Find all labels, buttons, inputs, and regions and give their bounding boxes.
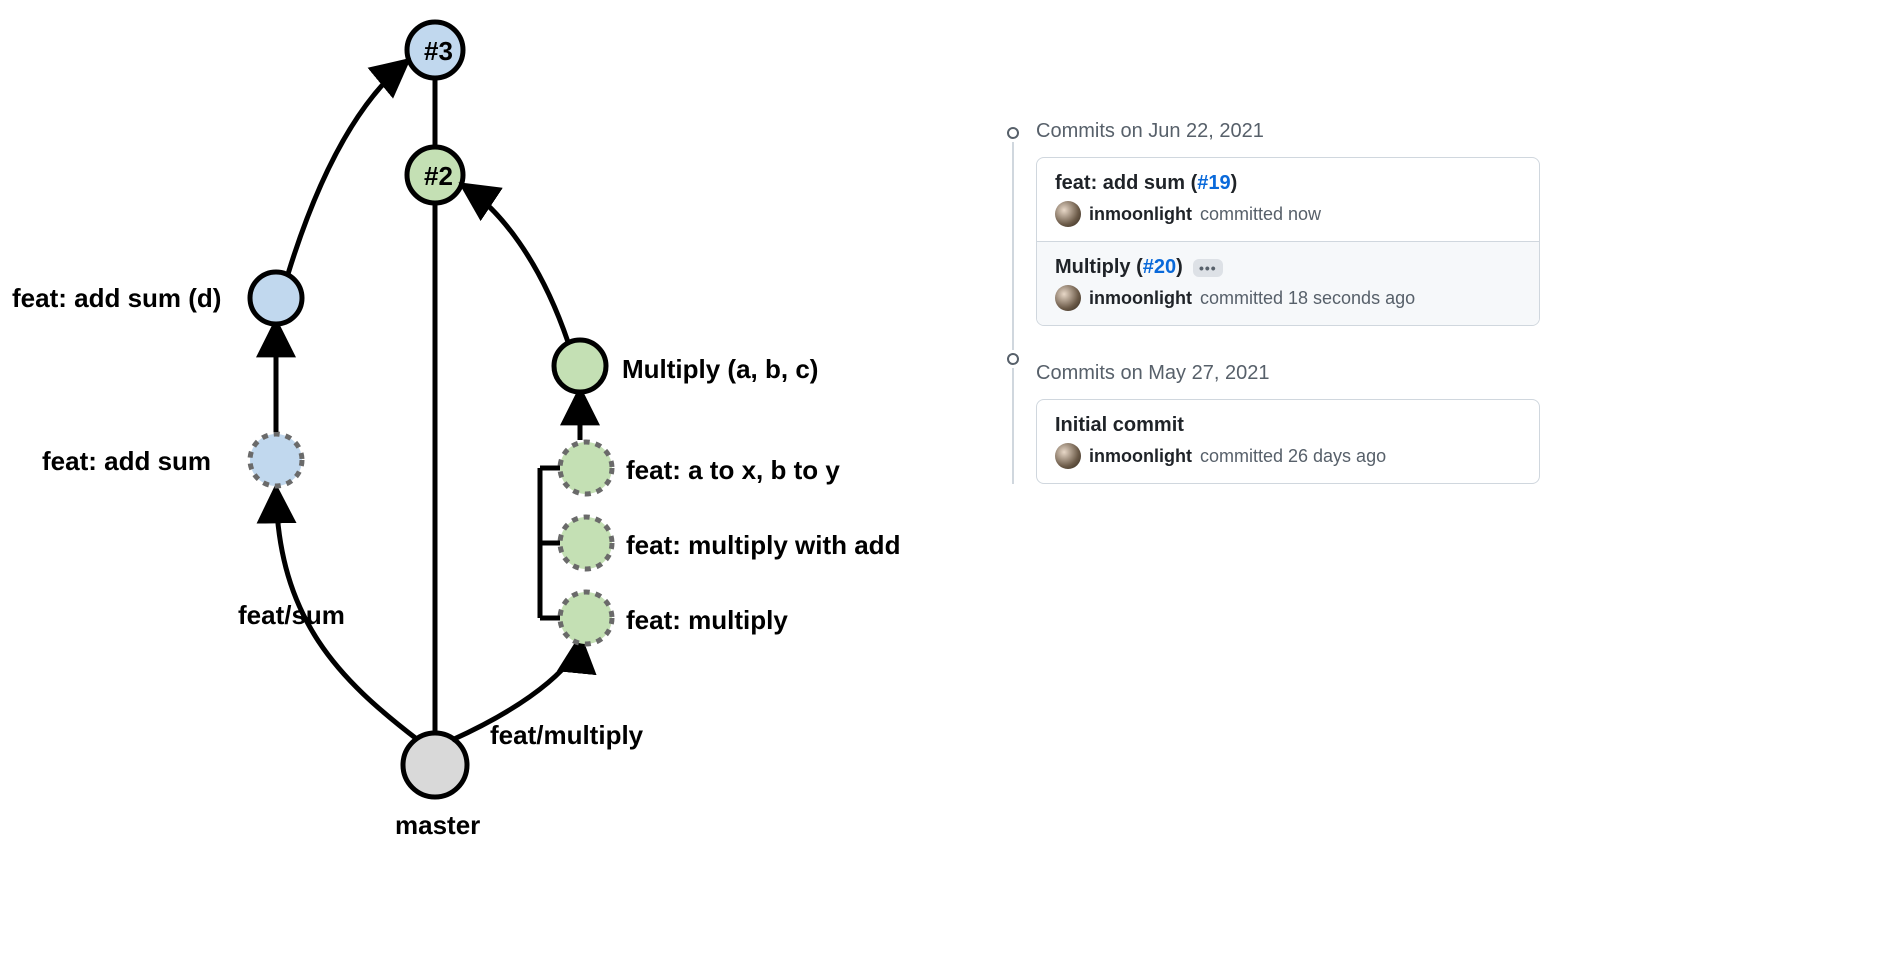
commit-title[interactable]: feat: add sum (#19) bbox=[1055, 172, 1521, 195]
multiply-commit-2 bbox=[560, 517, 612, 569]
commit-title[interactable]: Multiply (#20) ••• bbox=[1055, 256, 1521, 279]
commit-row[interactable]: Initial commit inmoonlight committed 26 … bbox=[1037, 400, 1539, 483]
commit-author[interactable]: inmoonlight bbox=[1089, 288, 1192, 309]
sum-d-commit bbox=[250, 272, 302, 324]
commit-meta-rest: committed 26 days ago bbox=[1200, 446, 1386, 467]
commit-dot-icon bbox=[1004, 350, 1022, 368]
sum-label: feat: add sum bbox=[42, 446, 211, 477]
commit-meta: inmoonlight committed 18 seconds ago bbox=[1055, 285, 1521, 311]
commit-meta: inmoonlight committed 26 days ago bbox=[1055, 443, 1521, 469]
master-node bbox=[403, 733, 467, 797]
commit-title-prefix: feat: add sum ( bbox=[1055, 172, 1197, 194]
pr-link[interactable]: #20 bbox=[1143, 256, 1176, 278]
sum-commit-dashed bbox=[250, 434, 302, 486]
multiply-base-label: feat: multiply bbox=[626, 605, 788, 636]
commit-title[interactable]: Initial commit bbox=[1055, 414, 1521, 437]
commit-title-suffix: ) bbox=[1176, 256, 1183, 278]
avatar[interactable] bbox=[1055, 443, 1081, 469]
sum-d-label: feat: add sum (d) bbox=[12, 283, 221, 314]
commit-row[interactable]: feat: add sum (#19) inmoonlight committe… bbox=[1037, 158, 1539, 241]
commit-meta: inmoonlight committed now bbox=[1055, 201, 1521, 227]
multiply-merge-curve bbox=[464, 186, 568, 342]
graph-svg bbox=[0, 0, 1000, 964]
multiply-bracket bbox=[540, 468, 560, 618]
multiply-atox-label: feat: a to x, b to y bbox=[626, 455, 840, 486]
commits-timeline: Commits on Jun 22, 2021 feat: add sum (#… bbox=[1000, 120, 1540, 484]
commit-title-suffix: ) bbox=[1231, 172, 1238, 194]
commit-title-prefix: Initial commit bbox=[1055, 414, 1184, 437]
git-graph-diagram: #3 #2 feat: add sum (d) feat: add sum fe… bbox=[0, 0, 1000, 964]
commit-group: feat: add sum (#19) inmoonlight committe… bbox=[1036, 157, 1540, 326]
commit-title-prefix: Multiply ( bbox=[1055, 256, 1143, 278]
commit-dot-icon bbox=[1004, 124, 1022, 142]
commit-date-header: Commits on Jun 22, 2021 bbox=[1036, 120, 1540, 143]
commit-3-label: #3 bbox=[424, 36, 453, 67]
master-label: master bbox=[395, 810, 480, 841]
commit-meta-rest: committed now bbox=[1200, 204, 1321, 225]
ellipsis-button[interactable]: ••• bbox=[1193, 259, 1223, 277]
branch-sum-label: feat/sum bbox=[238, 600, 345, 631]
avatar[interactable] bbox=[1055, 285, 1081, 311]
commit-group: Initial commit inmoonlight committed 26 … bbox=[1036, 399, 1540, 484]
multiply-withadd-label: feat: multiply with add bbox=[626, 530, 900, 561]
multiply-commit-1 bbox=[560, 442, 612, 494]
sum-merge-curve bbox=[288, 62, 406, 274]
multiply-abc-label: Multiply (a, b, c) bbox=[622, 354, 818, 385]
commit-author[interactable]: inmoonlight bbox=[1089, 204, 1192, 225]
commits-panel: Commits on Jun 22, 2021 feat: add sum (#… bbox=[1000, 120, 1540, 520]
commit-2-label: #2 bbox=[424, 161, 453, 192]
commit-date-header: Commits on May 27, 2021 bbox=[1036, 362, 1540, 385]
avatar[interactable] bbox=[1055, 201, 1081, 227]
multiply-commit-3 bbox=[560, 592, 612, 644]
pr-link[interactable]: #19 bbox=[1197, 172, 1230, 194]
branch-multiply-label: feat/multiply bbox=[490, 720, 643, 751]
multiply-abc-commit bbox=[554, 340, 606, 392]
commit-row[interactable]: Multiply (#20) ••• inmoonlight committed… bbox=[1037, 241, 1539, 325]
commit-meta-rest: committed 18 seconds ago bbox=[1200, 288, 1415, 309]
commit-author[interactable]: inmoonlight bbox=[1089, 446, 1192, 467]
